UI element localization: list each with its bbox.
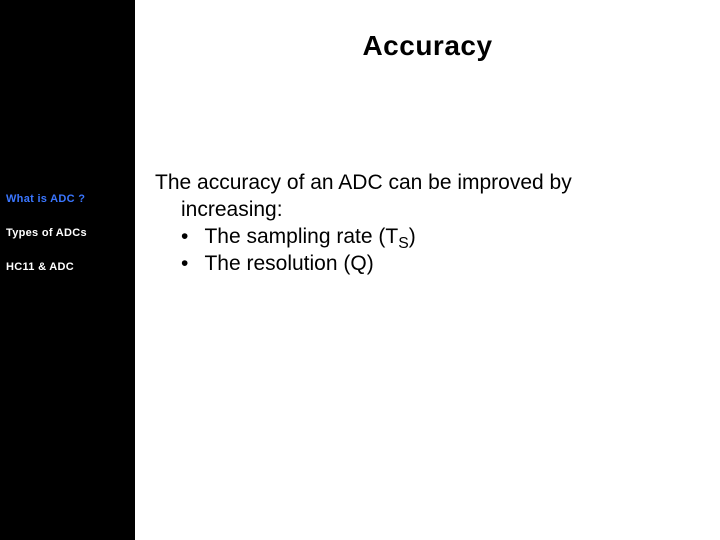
bullet-text: The sampling rate (T <box>204 225 398 248</box>
bullet-item: The sampling rate (TS) <box>181 224 700 251</box>
intro-line-2: increasing: <box>155 197 700 224</box>
intro-line-1: The accuracy of an ADC can be improved b… <box>155 171 572 194</box>
content-area: Accuracy The accuracy of an ADC can be i… <box>135 0 720 540</box>
bullet-text-suffix: ) <box>409 225 416 248</box>
slide-title: Accuracy <box>135 30 720 62</box>
bullet-list: The sampling rate (TS) The resolution (Q… <box>155 224 700 278</box>
bullet-item: The resolution (Q) <box>181 251 700 278</box>
nav-item-hc11-adc[interactable]: HC11 & ADC <box>6 261 131 273</box>
bullet-subscript: S <box>398 235 409 252</box>
slide: Accuracy The accuracy of an ADC can be i… <box>0 0 720 540</box>
nav-item-label: HC11 & ADC <box>6 261 74 273</box>
nav-item-what-is-adc[interactable]: What is ADC ? <box>6 193 131 205</box>
bullet-text: The resolution (Q) <box>204 252 373 275</box>
nav-list: What is ADC ? Types of ADCs HC11 & ADC <box>6 193 131 295</box>
slide-body: The accuracy of an ADC can be improved b… <box>155 170 700 278</box>
sidebar: What is ADC ? Types of ADCs HC11 & ADC <box>0 0 135 540</box>
nav-item-types-of-adcs[interactable]: Types of ADCs <box>6 227 131 239</box>
intro-text: The accuracy of an ADC can be improved b… <box>155 170 700 224</box>
nav-item-label: What is ADC ? <box>6 193 85 205</box>
nav-item-label: Types of ADCs <box>6 227 87 239</box>
